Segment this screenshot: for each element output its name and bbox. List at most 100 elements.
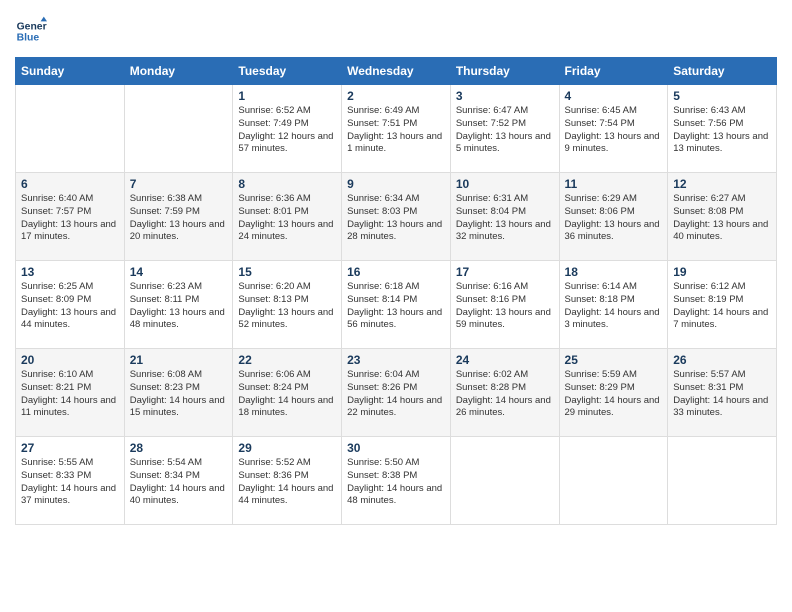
- day-info: Sunrise: 6:10 AMSunset: 8:21 PMDaylight:…: [21, 369, 119, 420]
- day-number: 29: [238, 441, 336, 455]
- calendar-table: SundayMondayTuesdayWednesdayThursdayFrid…: [15, 57, 777, 525]
- day-number: 26: [673, 353, 771, 367]
- day-number: 27: [21, 441, 119, 455]
- weekday-sunday: Sunday: [16, 58, 125, 85]
- calendar-cell: 17Sunrise: 6:16 AMSunset: 8:16 PMDayligh…: [450, 261, 559, 349]
- weekday-wednesday: Wednesday: [342, 58, 451, 85]
- day-number: 2: [347, 89, 445, 103]
- calendar-week-4: 20Sunrise: 6:10 AMSunset: 8:21 PMDayligh…: [16, 349, 777, 437]
- day-number: 18: [565, 265, 663, 279]
- svg-text:Blue: Blue: [17, 33, 40, 44]
- weekday-thursday: Thursday: [450, 58, 559, 85]
- calendar-cell: 2 Sunrise: 6:49 AMSunset: 7:51 PMDaylight…: [342, 85, 451, 173]
- day-info: Sunrise: 6:52 AMSunset: 7:49 PMDaylight:…: [238, 105, 336, 156]
- weekday-friday: Friday: [559, 58, 668, 85]
- day-number: 10: [456, 177, 554, 191]
- calendar-cell: [559, 437, 668, 525]
- day-info: Sunrise: 6:06 AMSunset: 8:24 PMDaylight:…: [238, 369, 336, 420]
- calendar-cell: [668, 437, 777, 525]
- weekday-tuesday: Tuesday: [233, 58, 342, 85]
- calendar-cell: 4 Sunrise: 6:45 AMSunset: 7:54 PMDaylight…: [559, 85, 668, 173]
- day-info: Sunrise: 6:27 AMSunset: 8:08 PMDaylight:…: [673, 193, 771, 244]
- day-info: Sunrise: 6:20 AMSunset: 8:13 PMDaylight:…: [238, 281, 336, 332]
- day-number: 6: [21, 177, 119, 191]
- day-info: Sunrise: 5:55 AMSunset: 8:33 PMDaylight:…: [21, 457, 119, 508]
- calendar-cell: 21 Sunrise: 6:08 AMSunset: 8:23 PMDayligh…: [124, 349, 233, 437]
- day-number: 19: [673, 265, 771, 279]
- day-info: Sunrise: 6:12 AMSunset: 8:19 PMDaylight:…: [673, 281, 771, 332]
- calendar-cell: 1 Sunrise: 6:52 AMSunset: 7:49 PMDaylight…: [233, 85, 342, 173]
- day-info: Sunrise: 6:47 AMSunset: 7:52 PMDaylight:…: [456, 105, 554, 156]
- calendar-cell: 9 Sunrise: 6:34 AMSunset: 8:03 PMDaylight…: [342, 173, 451, 261]
- day-number: 8: [238, 177, 336, 191]
- logo: General Blue: [15, 15, 51, 47]
- calendar-cell: [16, 85, 125, 173]
- calendar-cell: 7Sunrise: 6:38 AMSunset: 7:59 PMDaylight…: [124, 173, 233, 261]
- day-info: Sunrise: 6:36 AMSunset: 8:01 PMDaylight:…: [238, 193, 336, 244]
- day-number: 21: [130, 353, 228, 367]
- day-number: 11: [565, 177, 663, 191]
- day-number: 12: [673, 177, 771, 191]
- calendar-cell: 24 Sunrise: 6:02 AMSunset: 8:28 PMDayligh…: [450, 349, 559, 437]
- day-number: 28: [130, 441, 228, 455]
- calendar-cell: 6 Sunrise: 6:40 AMSunset: 7:57 PMDaylight…: [16, 173, 125, 261]
- day-number: 23: [347, 353, 445, 367]
- day-number: 24: [456, 353, 554, 367]
- calendar-cell: 18 Sunrise: 6:14 AMSunset: 8:18 PMDayligh…: [559, 261, 668, 349]
- day-number: 14: [130, 265, 228, 279]
- svg-text:General: General: [17, 21, 47, 32]
- weekday-saturday: Saturday: [668, 58, 777, 85]
- day-info: Sunrise: 6:49 AMSunset: 7:51 PMDaylight:…: [347, 105, 445, 156]
- calendar-cell: 20Sunrise: 6:10 AMSunset: 8:21 PMDayligh…: [16, 349, 125, 437]
- calendar-week-5: 27 Sunrise: 5:55 AMSunset: 8:33 PMDayligh…: [16, 437, 777, 525]
- weekday-header-row: SundayMondayTuesdayWednesdayThursdayFrid…: [16, 58, 777, 85]
- day-number: 9: [347, 177, 445, 191]
- calendar-cell: 16Sunrise: 6:18 AMSunset: 8:14 PMDayligh…: [342, 261, 451, 349]
- day-number: 15: [238, 265, 336, 279]
- day-info: Sunrise: 6:08 AMSunset: 8:23 PMDaylight:…: [130, 369, 228, 420]
- calendar-cell: 26 Sunrise: 5:57 AMSunset: 8:31 PMDayligh…: [668, 349, 777, 437]
- day-number: 22: [238, 353, 336, 367]
- calendar-week-3: 13 Sunrise: 6:25 AMSunset: 8:09 PMDayligh…: [16, 261, 777, 349]
- day-info: Sunrise: 6:16 AMSunset: 8:16 PMDaylight:…: [456, 281, 554, 332]
- day-info: Sunrise: 6:29 AMSunset: 8:06 PMDaylight:…: [565, 193, 663, 244]
- day-info: Sunrise: 6:02 AMSunset: 8:28 PMDaylight:…: [456, 369, 554, 420]
- calendar-week-1: 1 Sunrise: 6:52 AMSunset: 7:49 PMDaylight…: [16, 85, 777, 173]
- day-info: Sunrise: 6:34 AMSunset: 8:03 PMDaylight:…: [347, 193, 445, 244]
- day-info: Sunrise: 6:45 AMSunset: 7:54 PMDaylight:…: [565, 105, 663, 156]
- day-number: 4: [565, 89, 663, 103]
- day-info: Sunrise: 6:25 AMSunset: 8:09 PMDaylight:…: [21, 281, 119, 332]
- calendar-cell: [124, 85, 233, 173]
- calendar-body: 1 Sunrise: 6:52 AMSunset: 7:49 PMDaylight…: [16, 85, 777, 525]
- calendar-cell: 28Sunrise: 5:54 AMSunset: 8:34 PMDayligh…: [124, 437, 233, 525]
- day-info: Sunrise: 6:40 AMSunset: 7:57 PMDaylight:…: [21, 193, 119, 244]
- day-number: 1: [238, 89, 336, 103]
- calendar-cell: 30 Sunrise: 5:50 AMSunset: 8:38 PMDayligh…: [342, 437, 451, 525]
- calendar-cell: 15 Sunrise: 6:20 AMSunset: 8:13 PMDayligh…: [233, 261, 342, 349]
- calendar-cell: 8 Sunrise: 6:36 AMSunset: 8:01 PMDaylight…: [233, 173, 342, 261]
- calendar-week-2: 6 Sunrise: 6:40 AMSunset: 7:57 PMDaylight…: [16, 173, 777, 261]
- calendar-cell: 3Sunrise: 6:47 AMSunset: 7:52 PMDaylight…: [450, 85, 559, 173]
- day-number: 25: [565, 353, 663, 367]
- calendar-cell: 12 Sunrise: 6:27 AMSunset: 8:08 PMDayligh…: [668, 173, 777, 261]
- day-number: 30: [347, 441, 445, 455]
- calendar-cell: 22 Sunrise: 6:06 AMSunset: 8:24 PMDayligh…: [233, 349, 342, 437]
- day-info: Sunrise: 5:52 AMSunset: 8:36 PMDaylight:…: [238, 457, 336, 508]
- calendar-cell: 10Sunrise: 6:31 AMSunset: 8:04 PMDayligh…: [450, 173, 559, 261]
- day-info: Sunrise: 6:04 AMSunset: 8:26 PMDaylight:…: [347, 369, 445, 420]
- day-info: Sunrise: 6:14 AMSunset: 8:18 PMDaylight:…: [565, 281, 663, 332]
- day-info: Sunrise: 5:50 AMSunset: 8:38 PMDaylight:…: [347, 457, 445, 508]
- day-info: Sunrise: 5:59 AMSunset: 8:29 PMDaylight:…: [565, 369, 663, 420]
- day-info: Sunrise: 6:38 AMSunset: 7:59 PMDaylight:…: [130, 193, 228, 244]
- calendar-cell: 5Sunrise: 6:43 AMSunset: 7:56 PMDaylight…: [668, 85, 777, 173]
- day-info: Sunrise: 6:18 AMSunset: 8:14 PMDaylight:…: [347, 281, 445, 332]
- weekday-monday: Monday: [124, 58, 233, 85]
- calendar-cell: 13 Sunrise: 6:25 AMSunset: 8:09 PMDayligh…: [16, 261, 125, 349]
- logo-icon: General Blue: [15, 15, 47, 47]
- day-number: 5: [673, 89, 771, 103]
- calendar-cell: [450, 437, 559, 525]
- day-number: 13: [21, 265, 119, 279]
- calendar-cell: 14Sunrise: 6:23 AMSunset: 8:11 PMDayligh…: [124, 261, 233, 349]
- day-info: Sunrise: 5:57 AMSunset: 8:31 PMDaylight:…: [673, 369, 771, 420]
- calendar-cell: 27 Sunrise: 5:55 AMSunset: 8:33 PMDayligh…: [16, 437, 125, 525]
